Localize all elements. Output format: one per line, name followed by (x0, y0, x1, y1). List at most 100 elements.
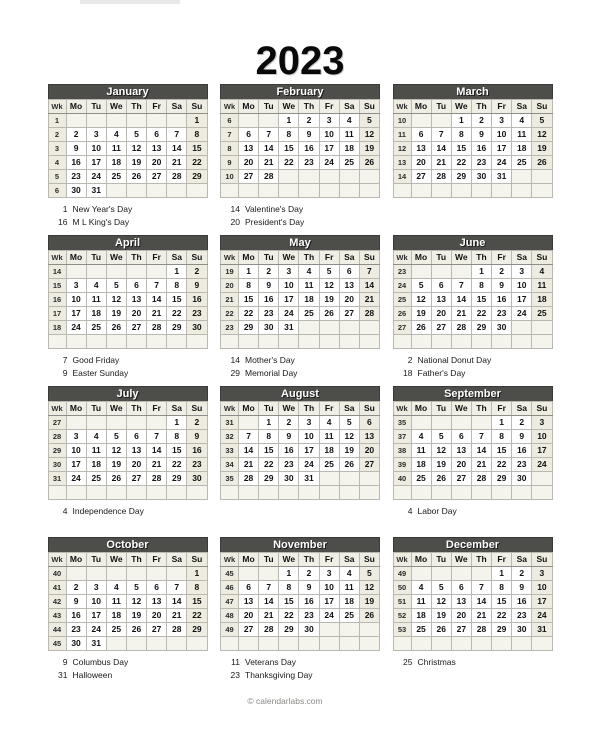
day-cell[interactable]: 8 (258, 429, 280, 444)
day-cell[interactable]: 1 (491, 415, 513, 430)
day-cell[interactable]: 17 (531, 443, 553, 458)
day-cell[interactable]: 5 (358, 566, 381, 581)
day-cell[interactable]: 7 (258, 580, 280, 595)
day-cell[interactable]: 20 (237, 608, 260, 623)
day-cell[interactable]: 22 (186, 155, 208, 170)
day-cell[interactable]: 9 (298, 580, 320, 595)
day-cell[interactable]: 6 (338, 264, 360, 279)
day-cell[interactable]: 9 (298, 127, 320, 142)
day-cell[interactable]: 16 (186, 443, 208, 458)
day-cell[interactable]: 29 (278, 622, 300, 637)
day-cell[interactable]: 4 (338, 566, 360, 581)
day-cell[interactable]: 22 (186, 608, 208, 623)
day-cell[interactable]: 8 (278, 580, 300, 595)
day-cell[interactable]: 22 (491, 457, 513, 472)
day-cell[interactable]: 5 (358, 113, 381, 128)
day-cell[interactable]: 7 (166, 580, 188, 595)
day-cell[interactable]: 22 (166, 306, 188, 321)
day-cell[interactable]: 7 (470, 580, 493, 595)
day-cell[interactable]: 1 (186, 113, 208, 128)
day-cell[interactable]: 21 (258, 608, 280, 623)
day-cell[interactable]: 30 (511, 622, 533, 637)
day-cell[interactable]: 1 (278, 566, 300, 581)
day-cell[interactable]: 9 (65, 141, 87, 156)
day-cell[interactable]: 10 (531, 429, 553, 444)
day-cell[interactable]: 30 (258, 320, 280, 335)
day-cell[interactable]: 30 (470, 169, 493, 184)
day-cell[interactable]: 11 (338, 580, 360, 595)
day-cell[interactable]: 22 (237, 306, 260, 321)
day-cell[interactable]: 26 (105, 471, 127, 486)
day-cell[interactable]: 3 (85, 127, 107, 142)
day-cell[interactable]: 15 (491, 443, 513, 458)
day-cell[interactable]: 6 (410, 127, 432, 142)
day-cell[interactable]: 23 (65, 622, 87, 637)
day-cell[interactable]: 23 (298, 608, 320, 623)
day-cell[interactable]: 11 (105, 141, 127, 156)
day-cell[interactable]: 24 (511, 306, 533, 321)
day-cell[interactable]: 23 (258, 306, 280, 321)
day-cell[interactable]: 5 (105, 278, 127, 293)
day-cell[interactable]: 18 (105, 608, 127, 623)
day-cell[interactable]: 19 (318, 292, 340, 307)
day-cell[interactable]: 18 (298, 292, 320, 307)
day-cell[interactable]: 20 (146, 155, 168, 170)
day-cell[interactable]: 2 (186, 415, 208, 430)
day-cell[interactable]: 19 (125, 155, 148, 170)
day-cell[interactable]: 4 (105, 127, 127, 142)
day-cell[interactable]: 16 (491, 292, 513, 307)
day-cell[interactable]: 2 (65, 127, 87, 142)
day-cell[interactable]: 23 (511, 608, 533, 623)
day-cell[interactable]: 7 (258, 127, 280, 142)
day-cell[interactable]: 8 (166, 429, 188, 444)
day-cell[interactable]: 7 (146, 278, 168, 293)
day-cell[interactable]: 25 (318, 457, 340, 472)
day-cell[interactable]: 24 (278, 306, 300, 321)
day-cell[interactable]: 24 (65, 320, 87, 335)
day-cell[interactable]: 13 (125, 292, 148, 307)
day-cell[interactable]: 14 (146, 443, 168, 458)
day-cell[interactable]: 20 (450, 608, 472, 623)
day-cell[interactable]: 22 (166, 457, 188, 472)
day-cell[interactable]: 20 (430, 306, 452, 321)
day-cell[interactable]: 18 (338, 594, 360, 609)
day-cell[interactable]: 27 (146, 169, 168, 184)
day-cell[interactable]: 6 (125, 429, 148, 444)
day-cell[interactable]: 17 (85, 155, 107, 170)
day-cell[interactable]: 4 (298, 264, 320, 279)
day-cell[interactable]: 25 (105, 622, 127, 637)
day-cell[interactable]: 14 (166, 594, 188, 609)
day-cell[interactable]: 3 (85, 580, 107, 595)
day-cell[interactable]: 10 (85, 141, 107, 156)
day-cell[interactable]: 26 (125, 622, 148, 637)
day-cell[interactable]: 26 (125, 169, 148, 184)
day-cell[interactable]: 18 (105, 155, 127, 170)
day-cell[interactable]: 21 (166, 608, 188, 623)
day-cell[interactable]: 14 (258, 594, 280, 609)
day-cell[interactable]: 21 (358, 292, 381, 307)
day-cell[interactable]: 11 (85, 443, 107, 458)
day-cell[interactable]: 9 (511, 580, 533, 595)
day-cell[interactable]: 21 (470, 608, 493, 623)
day-cell[interactable]: 21 (470, 457, 493, 472)
day-cell[interactable]: 27 (338, 306, 360, 321)
day-cell[interactable]: 6 (237, 127, 260, 142)
day-cell[interactable]: 21 (450, 306, 472, 321)
day-cell[interactable]: 11 (410, 443, 432, 458)
day-cell[interactable]: 31 (85, 183, 107, 198)
day-cell[interactable]: 9 (278, 429, 300, 444)
day-cell[interactable]: 6 (146, 127, 168, 142)
day-cell[interactable]: 28 (450, 320, 472, 335)
day-cell[interactable]: 6 (430, 278, 452, 293)
day-cell[interactable]: 16 (278, 443, 300, 458)
day-cell[interactable]: 3 (511, 264, 533, 279)
day-cell[interactable]: 20 (410, 155, 432, 170)
day-cell[interactable]: 15 (186, 594, 208, 609)
day-cell[interactable]: 12 (318, 278, 340, 293)
day-cell[interactable]: 29 (166, 320, 188, 335)
day-cell[interactable]: 25 (531, 306, 553, 321)
day-cell[interactable]: 27 (237, 169, 260, 184)
day-cell[interactable]: 25 (410, 622, 432, 637)
day-cell[interactable]: 14 (430, 141, 452, 156)
day-cell[interactable]: 10 (318, 127, 340, 142)
